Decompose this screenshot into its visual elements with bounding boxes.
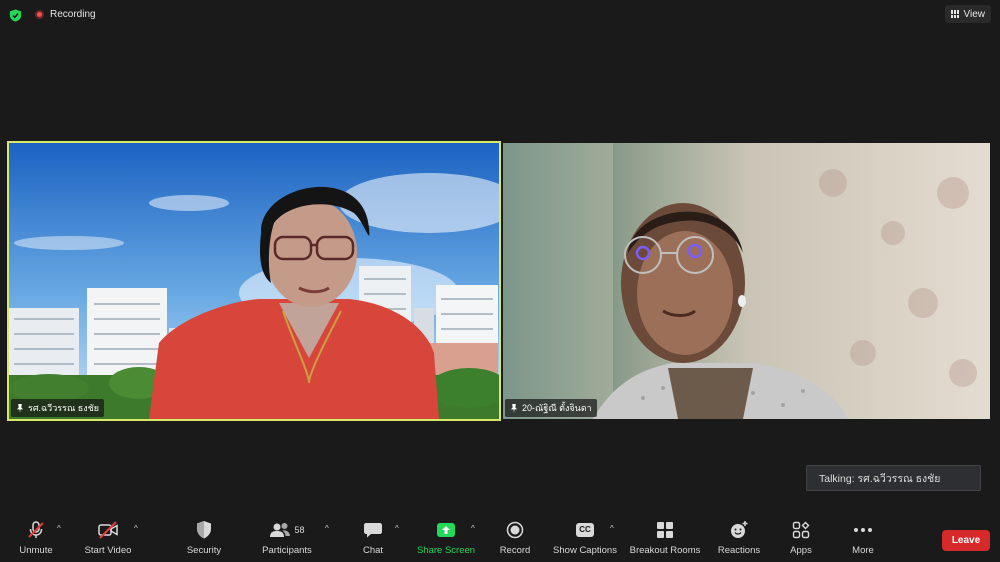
view-button[interactable]: View: [944, 5, 991, 23]
leave-button[interactable]: Leave: [942, 530, 990, 551]
shield-icon: [197, 521, 211, 539]
chat-button[interactable]: Chat: [356, 518, 390, 562]
chat-bubble-icon: [364, 523, 382, 538]
grid-view-icon: [950, 10, 960, 18]
closed-captions-icon: CC: [576, 523, 594, 537]
unmute-label: Unmute: [19, 545, 53, 556]
participants-options-caret[interactable]: ^: [325, 524, 329, 533]
talking-indicator: Talking: รศ.ฉวีวรรณ ธงชัย: [806, 465, 981, 491]
participants-count: 58: [294, 525, 305, 535]
reactions-label: Reactions: [717, 545, 761, 556]
participant-name: รศ.ฉวีวรรณ ธงชัย: [28, 403, 100, 413]
record-button[interactable]: Record: [497, 518, 533, 562]
start-video-label: Start Video: [84, 545, 132, 556]
record-label: Record: [499, 545, 531, 556]
show-captions-button[interactable]: CC Show Captions: [552, 518, 618, 562]
pin-icon: [16, 403, 24, 413]
talking-text: Talking: รศ.ฉวีวรรณ ธงชัย: [819, 472, 941, 485]
unmute-button[interactable]: Unmute: [13, 518, 59, 562]
meeting-top-bar: Recording View: [0, 0, 1000, 30]
start-video-button[interactable]: Start Video: [80, 518, 136, 562]
reactions-button[interactable]: Reactions: [714, 518, 764, 562]
share-screen-icon: [437, 523, 455, 537]
smiley-plus-icon: [731, 521, 748, 538]
participant-video-feed: [9, 143, 499, 419]
participants-label: Participants: [262, 545, 312, 556]
video-options-caret[interactable]: ^: [134, 524, 138, 533]
participant-name-tag: 20-ณัฐิณี ตั้งจินดา: [505, 399, 597, 417]
breakout-rooms-button[interactable]: Breakout Rooms: [628, 518, 702, 562]
chat-label: Chat: [362, 545, 384, 556]
participant-name: 20-ณัฐิณี ตั้งจินดา: [522, 403, 592, 413]
recording-dot-icon: [35, 10, 44, 19]
pin-icon: [510, 403, 518, 413]
security-button[interactable]: Security: [182, 518, 226, 562]
captions-options-caret[interactable]: ^: [610, 524, 614, 533]
view-label: View: [963, 8, 986, 20]
share-screen-label: Share Screen: [416, 545, 476, 556]
recording-label: Recording: [50, 9, 96, 20]
breakout-rooms-icon: [657, 522, 673, 538]
video-camera-off-icon: [98, 521, 118, 539]
security-shield-icon[interactable]: [9, 9, 22, 22]
apps-label: Apps: [790, 545, 812, 556]
participant-name-tag: รศ.ฉวีวรรณ ธงชัย: [11, 399, 105, 417]
share-options-caret[interactable]: ^: [471, 524, 475, 533]
breakout-rooms-label: Breakout Rooms: [629, 545, 701, 556]
share-screen-button[interactable]: Share Screen: [415, 518, 477, 562]
microphone-muted-icon: [28, 521, 44, 538]
more-button[interactable]: More: [846, 518, 880, 562]
more-dots-icon: [854, 528, 872, 532]
participant-video-feed: [503, 143, 990, 419]
meeting-controls-toolbar: Unmute ^ Start Video ^ Security 58 Parti…: [0, 518, 1000, 562]
apps-icon: [792, 521, 810, 539]
record-icon: [506, 521, 524, 539]
apps-button[interactable]: Apps: [785, 518, 817, 562]
video-tile-active-speaker[interactable]: รศ.ฉวีวรรณ ธงชัย: [7, 141, 501, 421]
show-captions-label: Show Captions: [553, 545, 617, 556]
security-label: Security: [186, 545, 222, 556]
participants-button[interactable]: 58 Participants: [258, 518, 316, 562]
chat-options-caret[interactable]: ^: [395, 524, 399, 533]
audio-options-caret[interactable]: ^: [57, 524, 61, 533]
more-label: More: [852, 545, 874, 556]
participants-icon: [270, 523, 291, 537]
recording-indicator[interactable]: Recording: [35, 9, 96, 20]
video-tile[interactable]: 20-ณัฐิณี ตั้งจินดา: [503, 143, 990, 419]
